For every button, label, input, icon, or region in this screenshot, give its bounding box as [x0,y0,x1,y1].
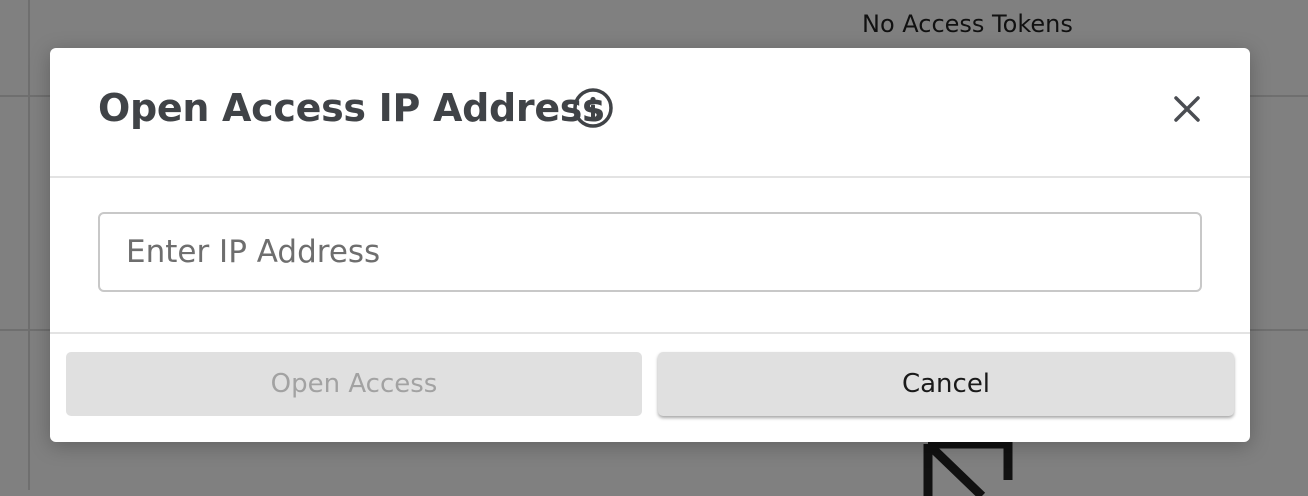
document-icon [923,440,1013,496]
modal-footer: Open Access Cancel [50,334,1250,442]
open-access-button[interactable]: Open Access [66,352,642,416]
modal-body [50,178,1250,334]
close-icon[interactable] [1170,92,1204,126]
modal-header: Open Access IP Address [50,48,1250,178]
info-icon[interactable] [572,87,614,129]
cancel-button[interactable]: Cancel [658,352,1234,416]
modal-title: Open Access IP Address [98,86,605,130]
access-tokens-status: No Access Tokens [862,10,1073,38]
open-access-ip-modal: Open Access IP Address Open Access Cance… [50,48,1250,442]
ip-address-input[interactable] [98,212,1202,292]
background-divider [28,0,30,490]
